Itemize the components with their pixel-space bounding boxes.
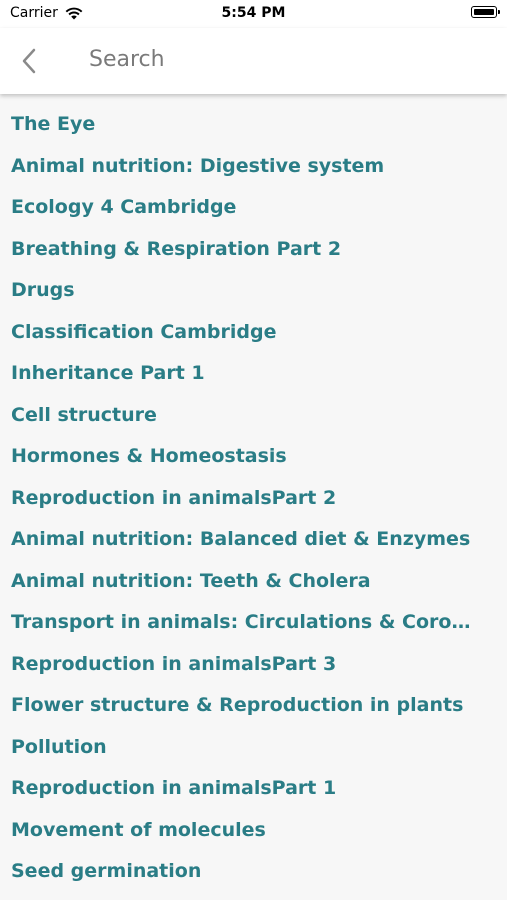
status-bar: Carrier 5:54 PM [0, 0, 507, 28]
list-item[interactable]: Inheritance Part 1 [0, 353, 507, 395]
list-item[interactable]: Transport in animals: Circulations & Cor… [0, 602, 507, 644]
list-item[interactable]: Pollution [0, 727, 507, 769]
list-item[interactable]: Seed germination [0, 851, 507, 893]
list-item[interactable]: Reproduction in animalsPart 3 [0, 644, 507, 686]
battery-icon [471, 6, 500, 18]
list-item[interactable]: Ecology 4 Cambridge [0, 187, 507, 229]
chevron-left-icon [22, 48, 36, 74]
back-button[interactable] [14, 44, 44, 78]
list-item[interactable]: Classification Cambridge [0, 312, 507, 354]
list-item[interactable]: Flower structure & Reproduction in plant… [0, 685, 507, 727]
list-item[interactable]: Reproduction in animalsPart 1 [0, 768, 507, 810]
navigation-bar: Search [0, 28, 507, 94]
page-title: Search [89, 47, 165, 72]
list-item[interactable]: Animal nutrition: Teeth & Cholera [0, 561, 507, 603]
list-item[interactable]: Breathing & Respiration Part 2 [0, 229, 507, 271]
list-item[interactable]: Movement of molecules [0, 810, 507, 852]
list-item[interactable]: Hormones & Homeostasis [0, 436, 507, 478]
list-item[interactable]: The Eye [0, 104, 507, 146]
list-item[interactable]: Animal nutrition: Balanced diet & Enzyme… [0, 519, 507, 561]
list-item[interactable]: Cell structure [0, 395, 507, 437]
list-item[interactable]: Drugs [0, 270, 507, 312]
topic-list: The Eye Animal nutrition: Digestive syste… [0, 104, 507, 893]
list-item[interactable]: Reproduction in animalsPart 2 [0, 478, 507, 520]
status-time: 5:54 PM [221, 5, 286, 21]
list-item[interactable]: Animal nutrition: Digestive system [0, 146, 507, 188]
